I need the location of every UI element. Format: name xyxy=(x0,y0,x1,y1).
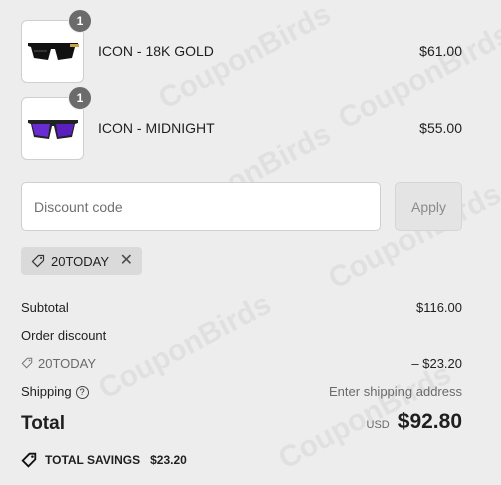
item-price: $55.00 xyxy=(419,120,462,136)
savings-label: TOTAL SAVINGS xyxy=(45,453,141,467)
subtotal-value: $116.00 xyxy=(415,300,462,315)
order-discount-label: Order discount xyxy=(21,328,107,343)
item-name: ICON - 18K GOLD xyxy=(98,43,214,59)
shipping-label: Shipping xyxy=(21,384,72,399)
help-icon[interactable]: ? xyxy=(75,385,89,399)
tag-icon xyxy=(31,254,45,268)
savings-value: $23.20 xyxy=(150,453,187,467)
shipping-row: Shipping? Enter shipping address xyxy=(21,384,462,402)
total-label: Total xyxy=(21,413,65,434)
applied-code-label: 20TODAY xyxy=(51,253,110,269)
total-savings: TOTAL SAVINGS $23.20 xyxy=(21,452,187,468)
discount-code-row: 20TODAY – $23.20 xyxy=(21,356,462,374)
currency-code: USD xyxy=(366,419,390,431)
discount-code-field[interactable] xyxy=(21,182,381,231)
shipping-label-wrap: Shipping? xyxy=(21,384,89,399)
applied-discount-chip: 20TODAY ✕ xyxy=(21,247,142,275)
item-name: ICON - MIDNIGHT xyxy=(98,120,215,136)
shipping-value: Enter shipping address xyxy=(329,384,462,399)
apply-button[interactable]: Apply xyxy=(395,182,462,231)
item-price: $61.00 xyxy=(419,43,462,59)
subtotal-row: Subtotal $116.00 xyxy=(21,300,462,318)
sunglasses-midnight-image xyxy=(27,119,78,139)
discount-value: – $23.20 xyxy=(411,356,462,371)
tag-icon xyxy=(21,452,37,468)
cart-item: 1 ICON - 18K GOLD $61.00 xyxy=(21,9,462,84)
subtotal-label: Subtotal xyxy=(21,300,69,315)
total-value: $92.80 xyxy=(397,410,462,433)
order-discount-row: Order discount xyxy=(21,328,462,346)
quantity-badge: 1 xyxy=(68,86,92,110)
quantity-badge: 1 xyxy=(68,9,92,33)
remove-discount-icon[interactable]: ✕ xyxy=(120,253,133,269)
cart-item: 1 ICON - MIDNIGHT $55.00 xyxy=(21,86,462,161)
total-amount: USD $92.80 xyxy=(367,410,462,434)
tag-icon xyxy=(21,357,33,369)
sunglasses-gold-image xyxy=(27,42,79,60)
discount-code-line: 20TODAY xyxy=(21,356,96,371)
discount-code-input[interactable] xyxy=(22,183,380,230)
discount-code-text: 20TODAY xyxy=(38,356,97,371)
